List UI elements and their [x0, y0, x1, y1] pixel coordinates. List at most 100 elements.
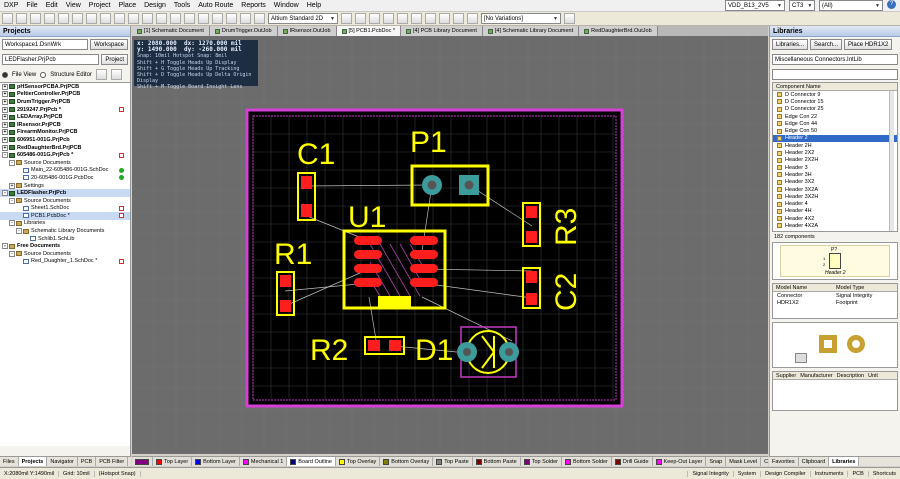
c2-pad-2[interactable] [526, 293, 537, 305]
c2-pad-1[interactable] [526, 271, 537, 283]
u1-pad-4[interactable] [354, 278, 382, 287]
collapse-icon[interactable]: - [16, 228, 22, 235]
u1-pad-1[interactable] [354, 236, 382, 245]
tree-item[interactable]: Main_22-605486-001G.SchDoc [0, 167, 130, 175]
layer-tab[interactable]: Board Outline [287, 457, 336, 466]
menu-design[interactable]: Design [140, 2, 170, 9]
doc-tab-reddaughter[interactable]: RedDaughterBrd.OutJob [579, 26, 658, 36]
expand-icon[interactable]: + [2, 83, 8, 90]
cross-probe-icon[interactable] [240, 13, 251, 24]
help-icon[interactable]: ? [887, 0, 896, 9]
component-list-item[interactable]: Edge Con 44 [773, 120, 897, 127]
tree-item[interactable]: + PeltierController.PrjPCB [0, 91, 130, 99]
cut-icon[interactable] [100, 13, 111, 24]
tree-item[interactable]: - Source Documents [0, 197, 130, 205]
collapse-icon[interactable]: - [2, 190, 8, 197]
paste-icon[interactable] [128, 13, 139, 24]
net-select[interactable]: VDD_B13_2V5 ▼ [725, 0, 785, 11]
tree-item[interactable]: Schlib1.SchLib [0, 235, 130, 243]
layer-tab[interactable]: Clear [761, 457, 768, 466]
zoom-fit-icon[interactable] [58, 13, 69, 24]
libraries-button[interactable]: Libraries... [772, 39, 809, 50]
supplier-header-description[interactable]: Description [837, 373, 865, 379]
tree-item[interactable]: PCB1.PcbDoc * [0, 212, 130, 220]
layer-tab[interactable]: Keep-Out Layer [653, 457, 707, 466]
tree-item[interactable]: + RedDaughterBrd.PrjPCB [0, 144, 130, 152]
tab-pcb-filter[interactable]: PCB Filter [96, 457, 129, 466]
component-list-item[interactable]: Header 3X2H [773, 193, 897, 200]
tree-item[interactable]: Red_Duaghter_1.SchDoc * [0, 258, 130, 266]
component-list-item[interactable]: Header 4 [773, 200, 897, 207]
supplier-header-unit[interactable]: Unit [868, 373, 878, 379]
menu-auto-route[interactable]: Auto Route [194, 2, 237, 9]
expand-icon[interactable]: + [2, 129, 8, 136]
component-list-item[interactable]: Header 4H [773, 208, 897, 215]
doc-tab-pcblib[interactable]: [4] PCB Library Document [400, 26, 483, 36]
tree-item[interactable]: + pHSensorPCBA.PrjPCB [0, 83, 130, 91]
tree-item[interactable]: 20-605486-001G.PcbDoc [0, 174, 130, 182]
layer-tab[interactable]: Bottom Layer [192, 457, 240, 466]
component-list-item[interactable]: Edge Con 50 [773, 127, 897, 134]
layer-tab[interactable]: Top Solder [521, 457, 562, 466]
string-icon[interactable] [425, 13, 436, 24]
wire-icon[interactable] [341, 13, 352, 24]
menu-tools[interactable]: Tools [170, 2, 194, 9]
tree-item[interactable]: Sheet1.SchDoc [0, 205, 130, 213]
expand-icon[interactable]: + [2, 98, 8, 105]
tab-clipboard[interactable]: Clipboard [799, 457, 830, 466]
place-button[interactable]: Place HDR1X2 [844, 39, 893, 50]
menu-place[interactable]: Place [115, 2, 141, 9]
u1-pad-6[interactable] [410, 264, 438, 273]
collapse-icon[interactable]: - [9, 250, 15, 257]
r3-pad-2[interactable] [526, 231, 537, 243]
layer-tab[interactable]: Top Layer [153, 457, 193, 466]
library-select[interactable]: Miscellaneous Connectors.IntLib [772, 54, 898, 65]
doc-tab-schlib[interactable]: [4] Schematic Library Document [482, 26, 580, 36]
menu-reports[interactable]: Reports [237, 2, 270, 9]
collapse-icon[interactable]: - [2, 152, 8, 159]
tree-item[interactable]: - 605486-001G.PrjPcb * [0, 151, 130, 159]
menu-dxp[interactable]: DXP [0, 2, 22, 9]
tree-item[interactable]: - Schematic Library Documents [0, 227, 130, 235]
expand-icon[interactable]: + [2, 114, 8, 121]
class-select[interactable]: CT3 ▼ [789, 0, 815, 11]
component-list-item[interactable]: Header 4X2 [773, 215, 897, 222]
u1-pad-7[interactable] [410, 250, 438, 259]
coordinate-icon[interactable] [453, 13, 464, 24]
component-list-item[interactable]: Header 2 [773, 134, 897, 143]
component-list-item[interactable]: Header 3 [773, 164, 897, 171]
menu-edit[interactable]: Edit [42, 2, 62, 9]
collapse-icon[interactable]: - [9, 159, 15, 166]
component-filter-input[interactable] [772, 69, 898, 80]
tree-item[interactable]: +606951-001G.PrjPcb [0, 136, 130, 144]
expand-icon[interactable]: + [2, 91, 8, 98]
c1-pad-2[interactable] [301, 204, 312, 217]
print-icon[interactable] [44, 13, 55, 24]
pcb-canvas[interactable]: C1 P1 U1 R3 R1 C2 R2 D1 [132, 36, 768, 454]
tree-item[interactable]: + Settings [0, 182, 130, 190]
r3-pad-1[interactable] [526, 206, 537, 218]
component-list-item[interactable]: Header 2X2H [773, 157, 897, 164]
zoom-area-icon[interactable] [72, 13, 83, 24]
tab-pcb[interactable]: PCB [78, 457, 97, 466]
tab-libraries[interactable]: Libraries [829, 457, 860, 466]
collapse-icon[interactable]: - [2, 243, 8, 250]
tree-item[interactable]: +2919247.PrjPcb * [0, 106, 130, 114]
doc-tab-irsensor[interactable]: IRsensor.OutJob [277, 26, 337, 36]
redo-icon[interactable] [226, 13, 237, 24]
c1-pad-1[interactable] [301, 176, 312, 189]
component-list-item[interactable]: Header 3X2A [773, 186, 897, 193]
layer-tab[interactable]: Top Paste [433, 457, 473, 466]
model-row[interactable]: Connector Signal Integrity [773, 292, 897, 299]
clear-filter-icon[interactable] [198, 13, 209, 24]
expand-icon[interactable]: + [2, 136, 8, 143]
status-system[interactable]: System [732, 470, 760, 477]
status-pcb[interactable]: PCB [847, 470, 867, 477]
component-list-item[interactable]: Edge Con 22 [773, 113, 897, 120]
u1-pad-3[interactable] [354, 264, 382, 273]
structure-editor-radio[interactable] [40, 71, 47, 78]
component-list-item[interactable]: D Connector 9 [773, 91, 897, 98]
supplier-header-manufacturer[interactable]: Manufacturer [800, 373, 832, 379]
component-icon[interactable] [439, 13, 450, 24]
file-view-radio[interactable] [2, 71, 8, 78]
